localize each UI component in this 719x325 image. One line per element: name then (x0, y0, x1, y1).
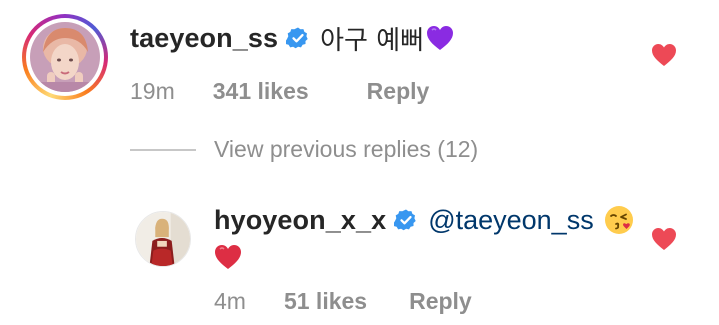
comment-text: 아구 예뻐 (320, 25, 425, 56)
comment-likes[interactable]: 341 likes (213, 78, 309, 105)
avatar-photo (136, 212, 190, 266)
reply-body: hyoyeon_x_x @taeyeon_ss 4m 51 likes Repl… (214, 200, 634, 315)
reply-line-two (214, 240, 634, 274)
red-heart-icon (215, 245, 241, 269)
reply-meta: 4m 51 likes Reply (214, 288, 634, 315)
purple-heart-icon (427, 26, 454, 50)
reply-button[interactable]: Reply (409, 288, 472, 315)
comment-meta: 19m 341 likes Reply (130, 78, 650, 105)
divider (130, 148, 196, 151)
heart-like-icon[interactable] (651, 227, 677, 251)
avatar[interactable] (135, 211, 191, 267)
heart-like-icon[interactable] (651, 43, 677, 67)
comment-line: taeyeon_ss 아구 예뻐 (130, 18, 650, 58)
face-blowing-kiss-icon (604, 205, 634, 235)
comment-time: 19m (130, 78, 175, 104)
view-previous-replies[interactable]: View previous replies (12) (130, 136, 478, 163)
reply-line: hyoyeon_x_x @taeyeon_ss (214, 200, 634, 240)
comment-body: taeyeon_ss 아구 예뻐 19m 341 likes Reply (130, 18, 650, 105)
avatar-frame (26, 18, 104, 96)
verified-badge-icon (394, 208, 418, 232)
avatar-photo (30, 22, 100, 92)
verified-badge-icon (286, 26, 310, 50)
reply-button[interactable]: Reply (367, 78, 430, 105)
mention-link[interactable]: @taeyeon_ss (428, 205, 594, 236)
reply-likes[interactable]: 51 likes (284, 288, 367, 315)
story-avatar-ring[interactable] (22, 14, 108, 100)
avatar[interactable] (30, 22, 100, 92)
reply-username[interactable]: hyoyeon_x_x (214, 205, 386, 236)
view-previous-replies-label[interactable]: View previous replies (12) (214, 136, 478, 163)
reply-time: 4m (214, 288, 246, 314)
comment-username[interactable]: taeyeon_ss (130, 23, 278, 54)
